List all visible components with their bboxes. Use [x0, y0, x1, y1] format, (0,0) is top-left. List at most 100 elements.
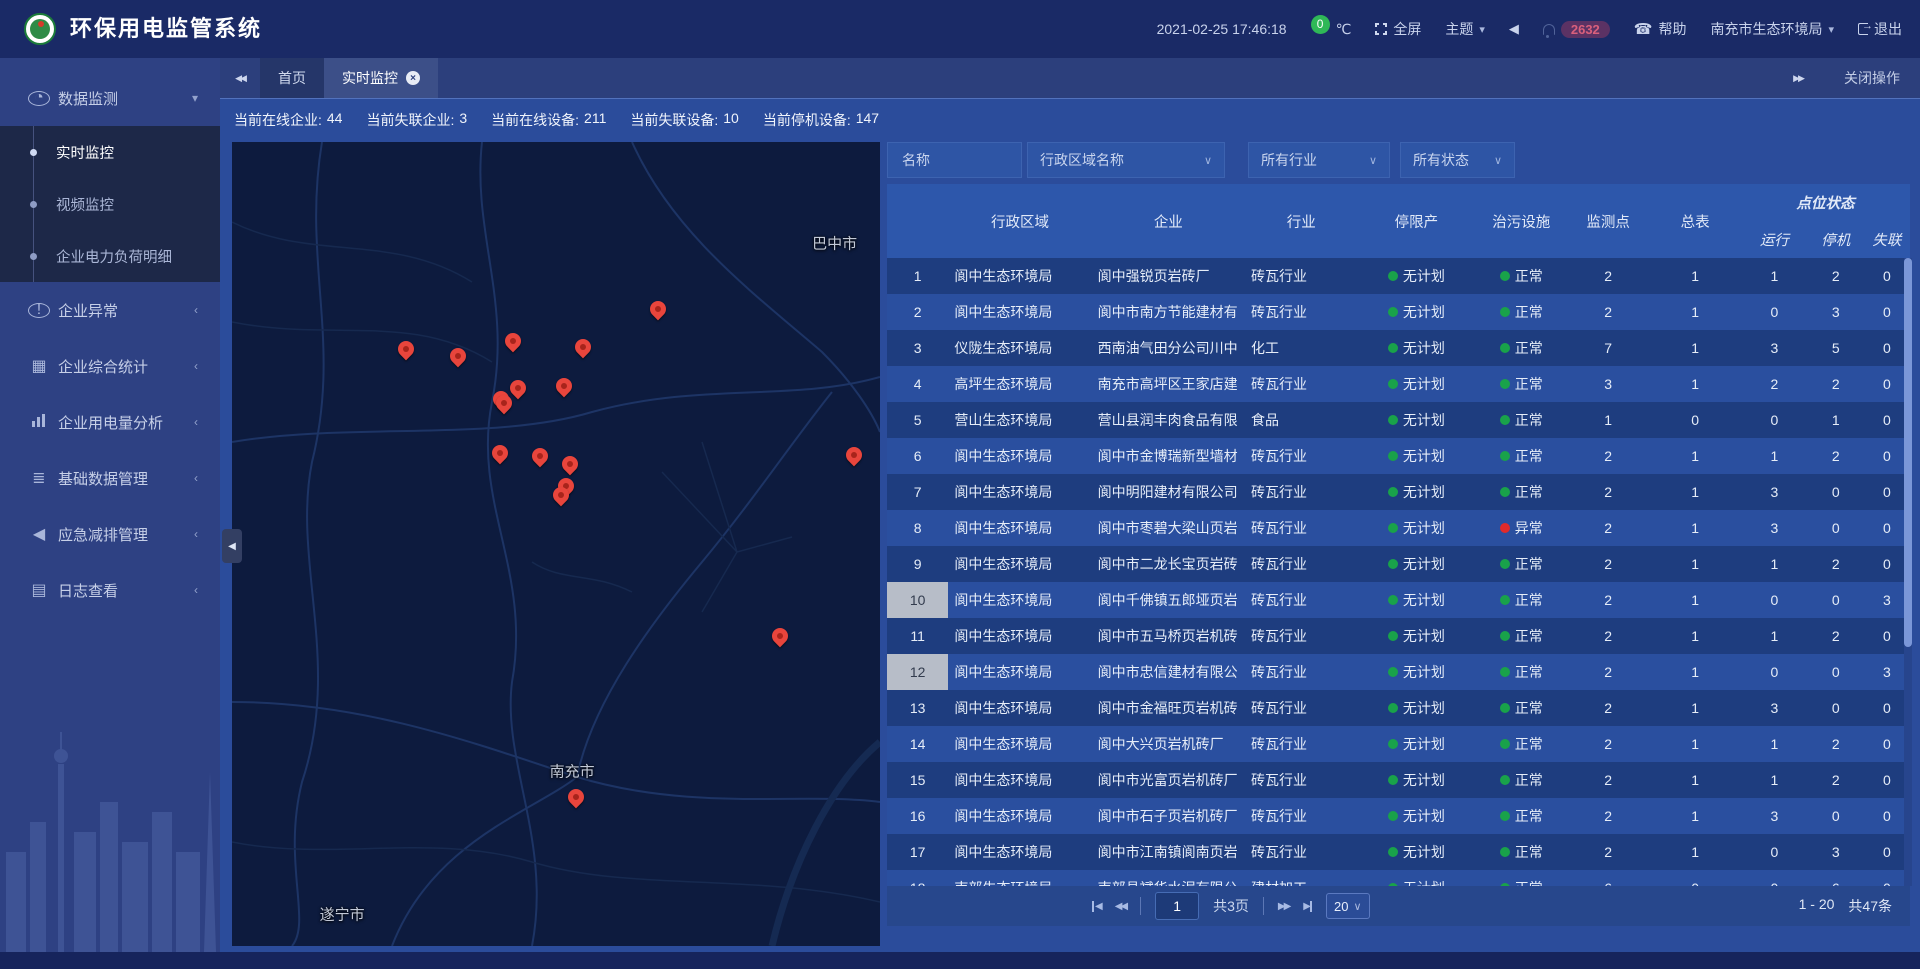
cell-facility-status: 正常 [1475, 654, 1567, 690]
scrollbar-thumb[interactable] [1904, 258, 1912, 647]
cell-lost: 0 [1864, 618, 1910, 654]
cell-total-meter: 1 [1649, 834, 1741, 870]
table-row[interactable]: 16 阆中生态环境局 阆中市石子页岩机砖厂 砖瓦行业 无计划 正常 2 [887, 798, 1910, 834]
main-content: 当前在线企业:44 当前失联企业:3 当前在线设备:211 当前失联设备:10 … [220, 98, 1920, 953]
cell-running: 1 [1741, 762, 1807, 798]
table-row[interactable]: 13 阆中生态环境局 阆中市金福旺页岩机砖 砖瓦行业 无计划 正常 2 [887, 690, 1910, 726]
region-filter-select[interactable]: 行政区域名称 ∨ [1027, 142, 1225, 178]
table-row[interactable]: 1 阆中生态环境局 阆中强锐页岩砖厂 砖瓦行业 无计划 正常 2 [887, 258, 1910, 294]
status-dot-icon [1500, 739, 1510, 749]
layers-icon: ≣ [28, 468, 50, 488]
status-dot-icon [1500, 487, 1510, 497]
sidebar-item-emergency-reduction[interactable]: ◀ 应急减排管理 ‹ [0, 506, 220, 562]
row-index: 17 [887, 834, 948, 870]
name-input[interactable] [900, 151, 1009, 169]
col-region: 行政区域 [948, 184, 1091, 258]
row-index: 18 [887, 870, 948, 886]
industry-filter-select[interactable]: 所有行业 ∨ [1248, 142, 1390, 178]
status-dot-icon [1388, 667, 1398, 677]
cell-lost: 0 [1864, 726, 1910, 762]
cell-stop-status: 无计划 [1358, 690, 1476, 726]
cell-company: 阆中市五马桥页岩机砖 [1092, 618, 1245, 654]
table-row[interactable]: 3 仪陇生态环境局 西南油气田分公司川中 化工 无计划 正常 7 [887, 330, 1910, 366]
col-company: 企业 [1092, 184, 1245, 258]
cell-region: 阆中生态环境局 [948, 258, 1091, 294]
sidebar-item-data-monitoring[interactable]: ◔ 数据监测 ▾ [0, 70, 220, 126]
table-row[interactable]: 15 阆中生态环境局 阆中市光富页岩机砖厂 砖瓦行业 无计划 正常 2 [887, 762, 1910, 798]
logout-button[interactable]: → 退出 [1858, 19, 1902, 39]
sidebar-item-video-monitor[interactable]: 视频监控 [0, 178, 220, 230]
table-row[interactable]: 17 阆中生态环境局 阆中市江南镇阆南页岩 砖瓦行业 无计划 正常 2 [887, 834, 1910, 870]
sidebar-item-log-view[interactable]: ▤ 日志查看 ‹ [0, 562, 220, 618]
map-collapse-handle[interactable]: ◀ [222, 529, 242, 563]
table-row[interactable]: 7 阆中生态环境局 阆中明阳建材有限公司 砖瓦行业 无计划 正常 2 [887, 474, 1910, 510]
cell-region: 阆中生态环境局 [948, 618, 1091, 654]
status-dot-icon [1500, 451, 1510, 461]
theme-menu[interactable]: 主题▾ [1445, 19, 1485, 39]
status-dot-icon [1500, 523, 1510, 533]
header: 环保用电监管系统 2021-02-25 17:46:18 0 ℃ 全屏 主题▾ … [0, 0, 1920, 58]
tabs-scroll-right-button[interactable]: ▶▶ [1778, 73, 1818, 84]
table-row[interactable]: 8 阆中生态环境局 阆中市枣碧大梁山页岩 砖瓦行业 无计划 异常 2 [887, 510, 1910, 546]
notifications[interactable]: 2632 [1543, 21, 1610, 38]
table-row[interactable]: 2 阆中生态环境局 阆中市南方节能建材有 砖瓦行业 无计划 正常 2 [887, 294, 1910, 330]
table-row[interactable]: 10 阆中生态环境局 阆中千佛镇五郎垭页岩 砖瓦行业 无计划 正常 2 [887, 582, 1910, 618]
cell-stop-status: 无计划 [1358, 258, 1476, 294]
cell-running: 0 [1741, 402, 1807, 438]
stat-stopped-devices: 当前停机设备:147 [763, 110, 879, 130]
map-panel[interactable]: 巴中市南充市遂宁市 [232, 142, 880, 946]
table-row[interactable]: 4 高坪生态环境局 南充市高坪区王家店建 砖瓦行业 无计划 正常 3 [887, 366, 1910, 402]
datetime: 2021-02-25 17:46:18 [1157, 21, 1287, 37]
speaker-button[interactable]: ◀ [1509, 21, 1519, 37]
cell-lost: 0 [1864, 366, 1910, 402]
table-row[interactable]: 6 阆中生态环境局 阆中市金博瑞新型墙材 砖瓦行业 无计划 正常 2 [887, 438, 1910, 474]
bar-chart-icon [28, 413, 50, 432]
filter-bar: 行政区域名称 ∨ 所有行业 ∨ 所有状态 ∨ [887, 142, 1910, 178]
bullet-dot-icon [30, 149, 37, 156]
status-dot-icon [1388, 415, 1398, 425]
chevron-left-icon: ‹ [194, 359, 198, 373]
sidebar-item-enterprise-abnormal[interactable]: ! 企业异常 ‹ [0, 282, 220, 338]
status-filter-select[interactable]: 所有状态 ∨ [1400, 142, 1515, 178]
cell-lost: 0 [1864, 546, 1910, 582]
table-row[interactable]: 5 营山生态环境局 营山县润丰肉食品有限 食品 无计划 正常 1 [887, 402, 1910, 438]
name-filter-input[interactable] [887, 142, 1022, 178]
sidebar: ◔ 数据监测 ▾ 实时监控 视频监控 企业电力负荷明细 ! 企业异常 ‹ ▦ [0, 58, 220, 952]
status-dot-icon [1500, 667, 1510, 677]
cell-industry: 砖瓦行业 [1245, 258, 1358, 294]
close-operations-menu[interactable]: 关闭操作 [1844, 68, 1900, 88]
fullscreen-button[interactable]: 全屏 [1375, 19, 1421, 39]
sidebar-item-power-usage-analysis[interactable]: 企业用电量分析 ‹ [0, 394, 220, 450]
previous-page-button[interactable]: ◀◀ [1115, 901, 1126, 912]
table-row[interactable]: 18 南部生态环境局 南部县斌华水泥有限公 建材加工 无计划 正常 6 [887, 870, 1910, 886]
cell-industry: 砖瓦行业 [1245, 762, 1358, 798]
sidebar-item-power-load-detail[interactable]: 企业电力负荷明细 [0, 230, 220, 282]
sidebar-item-enterprise-statistics[interactable]: ▦ 企业综合统计 ‹ [0, 338, 220, 394]
tab-close-icon[interactable]: × [406, 71, 420, 85]
table-row[interactable]: 11 阆中生态环境局 阆中市五马桥页岩机砖 砖瓦行业 无计划 正常 2 [887, 618, 1910, 654]
table-row[interactable]: 12 阆中生态环境局 阆中市忠信建材有限公 砖瓦行业 无计划 正常 2 [887, 654, 1910, 690]
sidebar-item-base-data[interactable]: ≣ 基础数据管理 ‹ [0, 450, 220, 506]
cell-monitor-points: 2 [1567, 726, 1649, 762]
cell-facility-status: 正常 [1475, 870, 1567, 886]
tab-home[interactable]: 首页 [260, 58, 324, 98]
help-button[interactable]: ☎ 帮助 [1634, 19, 1687, 39]
next-page-button[interactable]: ▶▶ [1278, 901, 1289, 912]
tabs-scroll-left-button[interactable]: ◀◀ [220, 58, 260, 98]
cell-region: 阆中生态环境局 [948, 438, 1091, 474]
sidebar-item-realtime-monitor[interactable]: 实时监控 [0, 126, 220, 178]
first-page-button[interactable]: ◀ [1092, 901, 1101, 912]
table-row[interactable]: 9 阆中生态环境局 阆中市二龙长宝页岩砖 砖瓦行业 无计划 正常 2 [887, 546, 1910, 582]
page-number-input[interactable] [1155, 892, 1199, 920]
chevron-left-icon: ‹ [194, 415, 198, 429]
table-row[interactable]: 14 阆中生态环境局 阆中大兴页岩机砖厂 砖瓦行业 无计划 正常 2 [887, 726, 1910, 762]
cell-stopped: 2 [1808, 258, 1864, 294]
tab-realtime-monitor[interactable]: 实时监控 × [324, 58, 438, 98]
total-pages-label: 共3页 [1213, 896, 1249, 916]
cell-facility-status: 正常 [1475, 366, 1567, 402]
page-size-select[interactable]: 20 ∨ [1326, 893, 1370, 919]
org-menu[interactable]: 南充市生态环境局▾ [1710, 19, 1834, 39]
status-dot-icon [1388, 307, 1398, 317]
cell-running: 0 [1741, 582, 1807, 618]
last-page-button[interactable]: ▶ [1303, 901, 1312, 912]
